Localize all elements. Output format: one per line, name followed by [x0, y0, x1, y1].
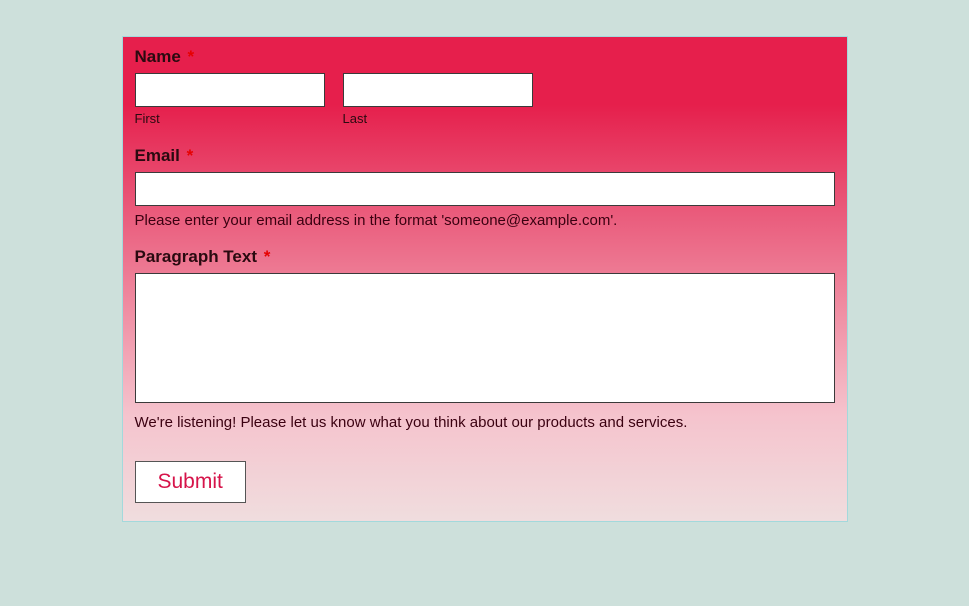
- email-help-text: Please enter your email address in the f…: [135, 212, 835, 229]
- first-name-col: First: [135, 73, 325, 126]
- email-field: Email * Please enter your email address …: [135, 146, 835, 229]
- email-label: Email: [135, 146, 180, 165]
- name-required-asterisk: *: [188, 47, 195, 66]
- submit-button[interactable]: Submit: [135, 461, 246, 503]
- paragraph-textarea[interactable]: [135, 273, 835, 403]
- last-name-input[interactable]: [343, 73, 533, 107]
- paragraph-help-text: We're listening! Please let us know what…: [135, 414, 835, 431]
- name-field: Name * First Last: [135, 47, 835, 126]
- paragraph-field: Paragraph Text * We're listening! Please…: [135, 247, 835, 431]
- paragraph-label: Paragraph Text: [135, 247, 258, 266]
- last-name-sublabel: Last: [343, 111, 533, 126]
- email-required-asterisk: *: [187, 146, 194, 165]
- paragraph-label-row: Paragraph Text *: [135, 247, 835, 267]
- name-inputs-row: First Last: [135, 73, 835, 126]
- last-name-col: Last: [343, 73, 533, 126]
- email-input[interactable]: [135, 172, 835, 206]
- paragraph-required-asterisk: *: [264, 247, 271, 266]
- first-name-sublabel: First: [135, 111, 325, 126]
- first-name-input[interactable]: [135, 73, 325, 107]
- email-label-row: Email *: [135, 146, 835, 166]
- name-label-row: Name *: [135, 47, 835, 67]
- form-panel: Name * First Last Email * Please enter y…: [122, 36, 848, 522]
- name-label: Name: [135, 47, 181, 66]
